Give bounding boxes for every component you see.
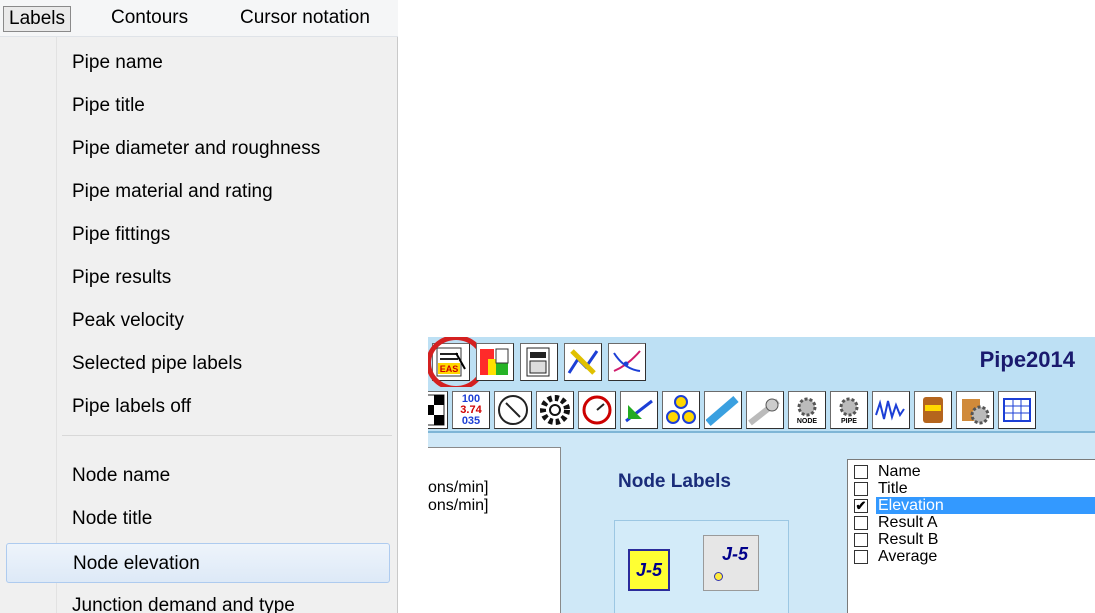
menu-item-label: Pipe fittings [72,224,171,245]
node-dot-icon [714,572,723,581]
profile-pen-icon[interactable] [564,343,602,381]
menu-item-node-title[interactable]: Node title [0,499,397,539]
menu-item-pipe-results[interactable]: Pipe results [0,258,397,298]
menu-item-selected-pipe-labels[interactable]: Selected pipe labels [0,344,397,384]
menu-item-peak-velocity[interactable]: Peak velocity [0,301,397,341]
numbers-icon[interactable]: 100 3.74 035 [452,391,490,429]
numbers-icon-top: 100 [461,392,481,405]
option-elevation[interactable]: ✔ Elevation [852,497,1095,514]
report-icon[interactable] [520,343,558,381]
menu-item-pipe-name[interactable]: Pipe name [0,43,397,83]
menu-item-label: Junction demand and type [72,595,295,613]
menu-item-junction-demand-type[interactable]: Junction demand and type [0,586,397,613]
menu-item-label: Pipe name [72,52,163,73]
menu-item-node-elevation[interactable]: Node elevation [6,543,390,583]
results-panel: ons/min] ons/min] [428,447,561,613]
menu-item-label: Selected pipe labels [72,353,243,374]
node-labels-heading: Node Labels [618,471,731,492]
option-label: Elevation [876,497,1095,514]
option-label: Title [878,480,908,497]
checkbox[interactable] [854,533,868,547]
gear-icon[interactable] [536,391,574,429]
option-average[interactable]: Average [852,548,1095,565]
pipe-settings-icon[interactable]: PIPE [830,391,868,429]
data-gear-icon[interactable] [956,391,994,429]
option-label: Name [878,463,921,480]
menu-separator [62,435,392,436]
pumps-icon[interactable] [662,391,700,429]
checkbox[interactable] [854,482,868,496]
menu-item-label: Pipe title [72,95,145,116]
notebook-icon[interactable] [914,391,952,429]
compass-icon[interactable] [494,391,532,429]
label-style-offset-button[interactable]: J-5 [703,535,759,591]
toolbar-row-2: 100 3.74 035 NODE PIPE [428,387,1095,433]
results-line: ons/min] [428,479,489,496]
numbers-icon-bot: 035 [461,414,481,427]
numbers-icon-mid: 3.74 [460,403,482,416]
menu-labels[interactable]: Labels [3,6,71,32]
results-line: ons/min] [428,497,489,514]
menu-contours[interactable]: Contours [106,6,193,32]
gauge-icon[interactable] [578,391,616,429]
menu-item-label: Pipe diameter and roughness [72,138,321,159]
option-label: Result B [878,531,939,548]
menu-item-label: Peak velocity [72,310,184,331]
label-style-boxed-text: J-5 [635,559,662,580]
label-style-offset-text: J-5 [722,544,749,564]
option-title[interactable]: Title [852,480,1095,497]
menu-item-pipe-diameter-roughness[interactable]: Pipe diameter and roughness [0,129,397,169]
labels-dropdown-menu: Pipe name Pipe title Pipe diameter and r… [0,37,398,613]
option-result-b[interactable]: Result B [852,531,1095,548]
option-result-a[interactable]: Result A [852,514,1095,531]
menu-item-pipe-material-rating[interactable]: Pipe material and rating [0,172,397,212]
contour-map-icon[interactable] [476,343,514,381]
toolbar-row-1: EAS Pipe2014 [428,337,1095,391]
pipe-ruler-icon[interactable] [746,391,784,429]
drafting-icon[interactable] [620,391,658,429]
label-options-list: Name Title ✔ Elevation Result A Result B… [847,459,1095,613]
menu-item-pipe-labels-off[interactable]: Pipe labels off [0,387,397,427]
checkbox-checked[interactable]: ✔ [854,499,868,513]
option-label: Result A [878,514,938,531]
graph-icon[interactable] [608,343,646,381]
menu-item-label: Node elevation [73,553,200,574]
menu-item-label: Node title [72,508,153,529]
menu-item-label: Pipe material and rating [72,181,273,202]
table-icon[interactable] [998,391,1036,429]
menu-bar: Labels Contours Cursor notation [0,0,398,37]
menu-item-pipe-title[interactable]: Pipe title [0,86,397,126]
menu-item-label: Node name [72,465,171,486]
menu-item-label: Pipe labels off [72,396,192,417]
menu-item-pipe-fittings[interactable]: Pipe fittings [0,215,397,255]
grid-icon[interactable] [428,391,448,429]
option-name[interactable]: Name [852,463,1095,480]
node-settings-icon[interactable]: NODE [788,391,826,429]
app-title: Pipe2014 [979,347,1075,372]
node-settings-label: NODE [796,417,818,425]
pipe-settings-label: PIPE [841,417,857,425]
checkbox[interactable] [854,465,868,479]
checkbox[interactable] [854,516,868,530]
ruler-icon[interactable] [704,391,742,429]
option-label: Average [878,548,938,565]
checkbox[interactable] [854,550,868,564]
menu-item-label: Pipe results [72,267,172,288]
pipe2014-window: EAS Pipe2014 100 3.74 035 NODE PIPE ons/… [428,337,1095,613]
label-style-boxed-button[interactable]: J-5 [628,549,670,591]
waveform-icon[interactable] [872,391,910,429]
menu-item-node-name[interactable]: Node name [0,456,397,496]
menu-cursor-notation[interactable]: Cursor notation [235,6,375,32]
